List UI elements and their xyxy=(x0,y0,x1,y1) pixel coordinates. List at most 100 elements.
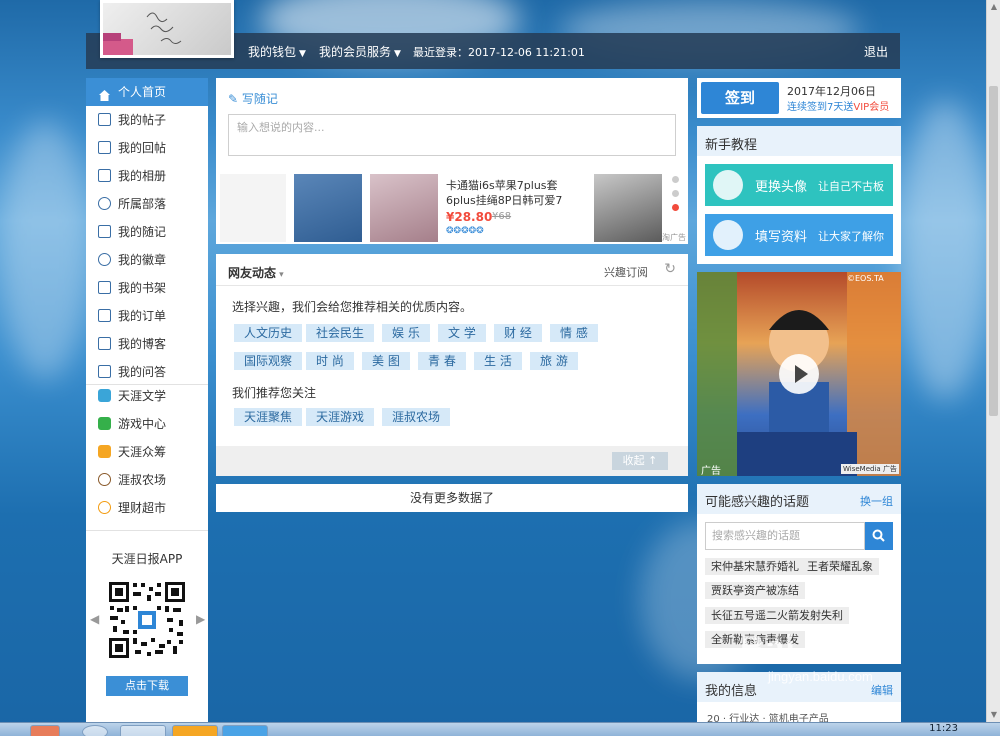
interest-tag[interactable]: 人文历史 xyxy=(234,324,303,342)
interest-tag[interactable]: 文 学 xyxy=(438,324,486,342)
sidebar-app-literature[interactable]: 天涯文学 xyxy=(86,382,208,410)
change-avatar-card[interactable]: 更换头像 让自己不古板 xyxy=(705,164,893,206)
taskbar-browser-icon[interactable] xyxy=(120,725,166,736)
checkin-streak: 连续签到7天送VIP会员 xyxy=(787,98,889,113)
sidebar-app-crowdfund[interactable]: 天涯众筹 xyxy=(86,438,208,466)
chevron-left-icon[interactable]: ◀ xyxy=(90,612,99,626)
sidebar-app-finance[interactable]: 理财超市 xyxy=(86,494,208,522)
sidebar-item-label: 我的订单 xyxy=(118,309,167,323)
tutorial-title: 新手教程 xyxy=(705,138,758,153)
sidebar-item-label: 个人首页 xyxy=(118,85,167,99)
sidebar-app-farm[interactable]: 涯叔农场 xyxy=(86,466,208,494)
composer-card: ✎ 写随记 输入想说的内容... 卡通猫i6s苹果7plus套6plus挂绳8P… xyxy=(216,78,688,244)
interest-tag[interactable]: 美 图 xyxy=(362,352,410,370)
topic-tag[interactable]: 贾跃亭资产被冻结 xyxy=(705,582,805,599)
chevron-right-icon[interactable]: ▶ xyxy=(196,612,205,626)
taskbar-clock[interactable]: 11:23 xyxy=(929,723,958,734)
sidebar-item-orders[interactable]: 我的订单 xyxy=(86,302,208,330)
fill-profile-card[interactable]: 填写资料 让大家了解你 xyxy=(705,214,893,256)
interest-tag[interactable]: 国际观察 xyxy=(234,352,303,370)
book-icon xyxy=(98,281,111,294)
logout-link[interactable]: 退出 xyxy=(864,43,888,60)
follow-tag[interactable]: 天涯游戏 xyxy=(306,408,375,426)
sidebar-item-replies[interactable]: 我的回帖 xyxy=(86,134,208,162)
note-input[interactable]: 输入想说的内容... xyxy=(228,114,676,156)
carousel-dot[interactable] xyxy=(672,176,679,183)
interest-tag[interactable]: 社会民生 xyxy=(306,324,375,342)
left-sidebar: 个人首页 我的帖子 我的回帖 我的相册 所属部落 我的随记 我的徽章 我的书架 … xyxy=(86,78,208,724)
sidebar-item-album[interactable]: 我的相册 xyxy=(86,162,208,190)
interest-tag[interactable]: 财 经 xyxy=(494,324,542,342)
sidebar-item-label: 理财超市 xyxy=(118,501,167,515)
scroll-down-icon[interactable]: ▼ xyxy=(987,708,1000,722)
search-button[interactable] xyxy=(865,522,893,550)
sidebar-app-games[interactable]: 游戏中心 xyxy=(86,410,208,438)
group-icon xyxy=(98,197,111,210)
follow-tag[interactable]: 天涯聚焦 xyxy=(234,408,303,426)
chevron-down-icon: ▼ xyxy=(299,49,306,59)
vip-menu[interactable]: 我的会员服务 ▼ xyxy=(319,43,401,60)
sidebar-item-posts[interactable]: 我的帖子 xyxy=(86,106,208,134)
sidebar-divider xyxy=(86,530,208,531)
interest-tag[interactable]: 旅 游 xyxy=(530,352,578,370)
carousel-dot-active[interactable] xyxy=(672,204,679,211)
interest-tag[interactable]: 时 尚 xyxy=(306,352,354,370)
interest-subscribe-link[interactable]: 兴趣订阅 xyxy=(604,264,648,280)
baidu-watermark: Bai 经验 jingyan.baidu.com xyxy=(740,620,876,684)
gamepad-icon xyxy=(98,417,111,430)
sidebar-item-tribe[interactable]: 所属部落 xyxy=(86,190,208,218)
sidebar-item-bookshelf[interactable]: 我的书架 xyxy=(86,274,208,302)
topics-title: 可能感兴趣的话题 xyxy=(705,495,810,510)
ad-image-jeans[interactable] xyxy=(294,174,362,242)
sidebar-item-home[interactable]: 个人首页 xyxy=(86,78,208,106)
video-ad[interactable]: ©EOS.TA 广告 WiseMedia 广告 xyxy=(697,272,901,476)
download-app-button[interactable]: 点击下载 xyxy=(106,676,188,696)
wallet-menu[interactable]: 我的钱包 ▼ xyxy=(248,43,306,60)
checkin-vip-text: VIP会员 xyxy=(853,102,890,113)
edit-info-link[interactable]: 编辑 xyxy=(871,682,893,698)
ad-image-phonecase[interactable] xyxy=(370,174,438,242)
interest-tag[interactable]: 青 春 xyxy=(418,352,466,370)
write-note-link[interactable]: ✎ 写随记 xyxy=(228,90,278,107)
carousel-dot[interactable] xyxy=(672,190,679,197)
collapse-button[interactable]: 收起 ↑ xyxy=(612,452,668,470)
scroll-up-icon[interactable]: ▲ xyxy=(987,0,1000,14)
ad-title[interactable]: 卡通猫i6s苹果7plus套6plus挂绳8P日韩可爱7 xyxy=(446,178,582,208)
refresh-icon[interactable]: ↻ xyxy=(664,261,676,277)
order-icon xyxy=(98,309,111,322)
sidebar-item-notes[interactable]: 我的随记 xyxy=(86,218,208,246)
sidebar-item-label: 我的回帖 xyxy=(118,141,167,155)
blog-icon xyxy=(98,337,111,350)
play-icon[interactable] xyxy=(779,354,819,394)
start-orb-icon[interactable] xyxy=(82,725,108,736)
topic-tag[interactable]: 宋仲基宋慧乔婚礼 xyxy=(705,558,805,575)
taskbar-app-icon[interactable] xyxy=(172,725,218,736)
product-ad-strip[interactable]: 卡通猫i6s苹果7plus套6plus挂绳8P日韩可爱7 ¥28.80 ¥68 … xyxy=(216,172,688,244)
last-login-text: 最近登录：2017-12-06 11:21:01 xyxy=(413,46,585,59)
refresh-topics-link[interactable]: 换一组 xyxy=(860,493,893,509)
sidebar-item-badges[interactable]: 我的徽章 xyxy=(86,246,208,274)
page-scrollbar[interactable]: ▲ ▼ xyxy=(986,0,1000,722)
checkin-button[interactable]: 签到 xyxy=(701,82,779,114)
edit-icon xyxy=(98,141,111,154)
edit-icon: ✎ xyxy=(228,92,239,106)
sidebar-item-blog[interactable]: 我的博客 xyxy=(86,330,208,358)
taskbar-app-icon[interactable] xyxy=(222,725,268,736)
follow-tag[interactable]: 涯叔农场 xyxy=(382,408,451,426)
ad-price: ¥28.80 xyxy=(446,210,493,224)
checkin-date: 2017年12月06日 xyxy=(787,85,876,98)
taskbar-app-icon[interactable] xyxy=(30,725,60,736)
scrollbar-thumb[interactable] xyxy=(989,86,998,416)
profile-card-icon xyxy=(713,220,743,250)
topic-search-input[interactable]: 搜索感兴趣的话题 xyxy=(705,522,865,550)
avatar[interactable] xyxy=(100,0,234,58)
interest-tag[interactable]: 生 活 xyxy=(474,352,522,370)
topics-header: 可能感兴趣的话题 换一组 xyxy=(697,484,901,514)
follow-prompt: 我们推荐您关注 xyxy=(232,386,317,400)
ad-image-jacket[interactable] xyxy=(594,174,662,242)
user-icon xyxy=(713,170,743,200)
interest-tag[interactable]: 娱 乐 xyxy=(382,324,430,342)
feed-title-dropdown[interactable]: 网友动态 ▾ xyxy=(228,264,284,281)
interest-tag[interactable]: 情 感 xyxy=(550,324,598,342)
topic-tag[interactable]: 王者荣耀乱象 xyxy=(801,558,879,575)
